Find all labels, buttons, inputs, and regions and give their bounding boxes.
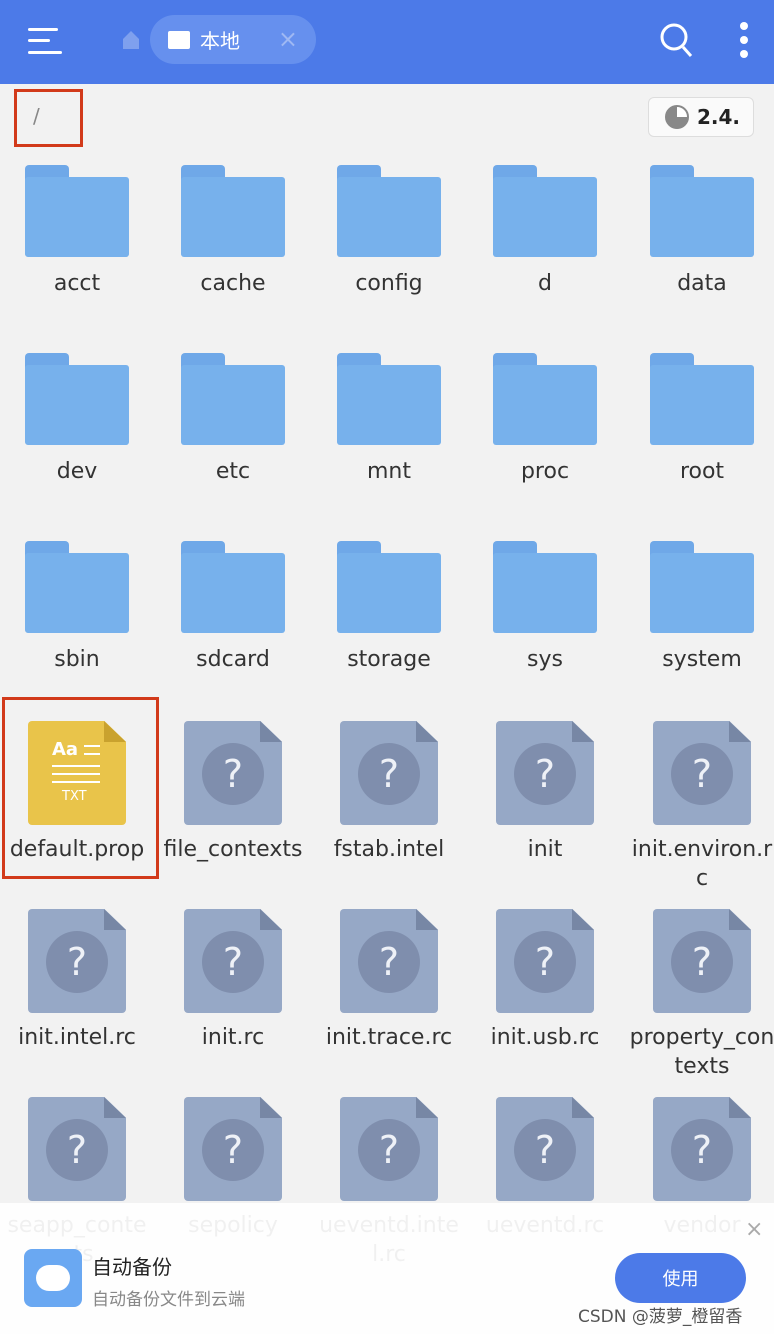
folder-item[interactable]: proc — [467, 353, 623, 486]
tab-close-icon[interactable]: × — [278, 25, 298, 53]
item-label: data — [677, 271, 727, 296]
storage-value: 2.4. — [697, 105, 741, 129]
folder-item[interactable]: dev — [0, 353, 155, 486]
item-label: init.rc — [201, 1025, 265, 1050]
folder-icon — [493, 541, 597, 633]
item-label: mnt — [367, 459, 411, 484]
file-item[interactable]: ? init.environ.rc — [624, 721, 774, 893]
folder-icon — [25, 541, 129, 633]
folder-icon — [25, 353, 129, 445]
file-item[interactable]: ? fstab.intel — [311, 721, 467, 864]
folder-item[interactable]: storage — [311, 541, 467, 674]
unknown-file-icon: ? — [28, 1097, 126, 1201]
folder-icon — [181, 165, 285, 257]
storage-usage-button[interactable]: 2.4. — [648, 97, 754, 137]
folder-icon — [337, 541, 441, 633]
unknown-file-icon: ? — [184, 1097, 282, 1201]
unknown-file-icon: ? — [653, 909, 751, 1013]
folder-icon — [650, 353, 754, 445]
close-icon[interactable]: × — [745, 1217, 763, 1242]
item-label: acct — [53, 271, 101, 296]
file-item[interactable]: ? init.usb.rc — [467, 909, 623, 1052]
unknown-file-icon: ? — [340, 1097, 438, 1201]
folder-item[interactable]: etc — [155, 353, 311, 486]
item-label: init — [527, 837, 563, 862]
folder-icon — [181, 353, 285, 445]
unknown-file-icon: ? — [653, 721, 751, 825]
use-button[interactable]: 使用 — [615, 1253, 746, 1303]
unknown-file-icon: ? — [28, 909, 126, 1013]
folder-icon — [493, 165, 597, 257]
folder-item[interactable]: acct — [0, 165, 155, 298]
item-label: file_contexts — [163, 837, 303, 862]
file-item[interactable]: ? property_contexts — [624, 909, 774, 1081]
item-label: init.environ.rc — [631, 837, 773, 891]
folder-icon — [650, 541, 754, 633]
unknown-file-icon: ? — [496, 721, 594, 825]
folder-item[interactable]: root — [624, 353, 774, 486]
item-label: init.intel.rc — [18, 1025, 136, 1050]
folder-icon — [337, 353, 441, 445]
item-label: system — [662, 647, 742, 672]
folder-item[interactable]: system — [624, 541, 774, 674]
folder-icon — [337, 165, 441, 257]
tab-local[interactable]: 本地 × — [150, 15, 316, 64]
item-label: property_contexts — [629, 1025, 774, 1079]
folder-item[interactable]: sys — [467, 541, 623, 674]
item-label: init.trace.rc — [325, 1025, 453, 1050]
menu-icon[interactable] — [28, 26, 62, 56]
watermark: CSDN @菠萝_橙留香 — [578, 1307, 743, 1327]
folder-item[interactable]: sdcard — [155, 541, 311, 674]
folder-item[interactable]: cache — [155, 165, 311, 298]
more-options-icon[interactable] — [738, 22, 750, 58]
file-item[interactable]: ? init — [467, 721, 623, 864]
path-breadcrumb[interactable]: / — [14, 89, 83, 147]
selection-highlight — [2, 697, 159, 879]
item-label: root — [679, 459, 725, 484]
folder-icon — [25, 165, 129, 257]
banner-subtitle: 自动备份文件到云端 — [92, 1290, 245, 1310]
item-label: sdcard — [196, 647, 270, 672]
item-label: d — [538, 271, 552, 296]
tab-label: 本地 — [200, 29, 240, 53]
item-label: config — [355, 271, 423, 296]
item-label: fstab.intel — [333, 837, 445, 862]
unknown-file-icon: ? — [496, 909, 594, 1013]
folder-item[interactable]: d — [467, 165, 623, 298]
folder-item[interactable]: config — [311, 165, 467, 298]
file-item[interactable]: ? init.trace.rc — [311, 909, 467, 1052]
unknown-file-icon: ? — [340, 721, 438, 825]
folder-icon — [650, 165, 754, 257]
top-bar: 本地 × — [0, 0, 774, 84]
item-label: storage — [347, 647, 431, 672]
banner-title: 自动备份 — [92, 1255, 172, 1279]
item-label: cache — [200, 271, 266, 296]
item-label: sys — [527, 647, 563, 672]
unknown-file-icon: ? — [184, 909, 282, 1013]
pie-chart-icon — [665, 105, 689, 129]
unknown-file-icon: ? — [340, 909, 438, 1013]
folder-icon — [181, 541, 285, 633]
unknown-file-icon: ? — [496, 1097, 594, 1201]
item-label: init.usb.rc — [490, 1025, 600, 1050]
item-label: sbin — [54, 647, 100, 672]
sd-card-icon — [168, 30, 190, 49]
search-icon[interactable] — [659, 22, 693, 58]
item-label: dev — [56, 459, 98, 484]
home-icon[interactable] — [122, 30, 140, 50]
folder-item[interactable]: mnt — [311, 353, 467, 486]
file-item[interactable]: ? file_contexts — [155, 721, 311, 864]
folder-item[interactable]: sbin — [0, 541, 155, 674]
cloud-backup-icon — [24, 1249, 82, 1307]
item-label: etc — [215, 459, 251, 484]
folder-item[interactable]: data — [624, 165, 774, 298]
file-item[interactable]: ? init.intel.rc — [0, 909, 155, 1052]
file-item[interactable]: ? init.rc — [155, 909, 311, 1052]
folder-icon — [493, 353, 597, 445]
item-label: proc — [520, 459, 570, 484]
unknown-file-icon: ? — [184, 721, 282, 825]
unknown-file-icon: ? — [653, 1097, 751, 1201]
